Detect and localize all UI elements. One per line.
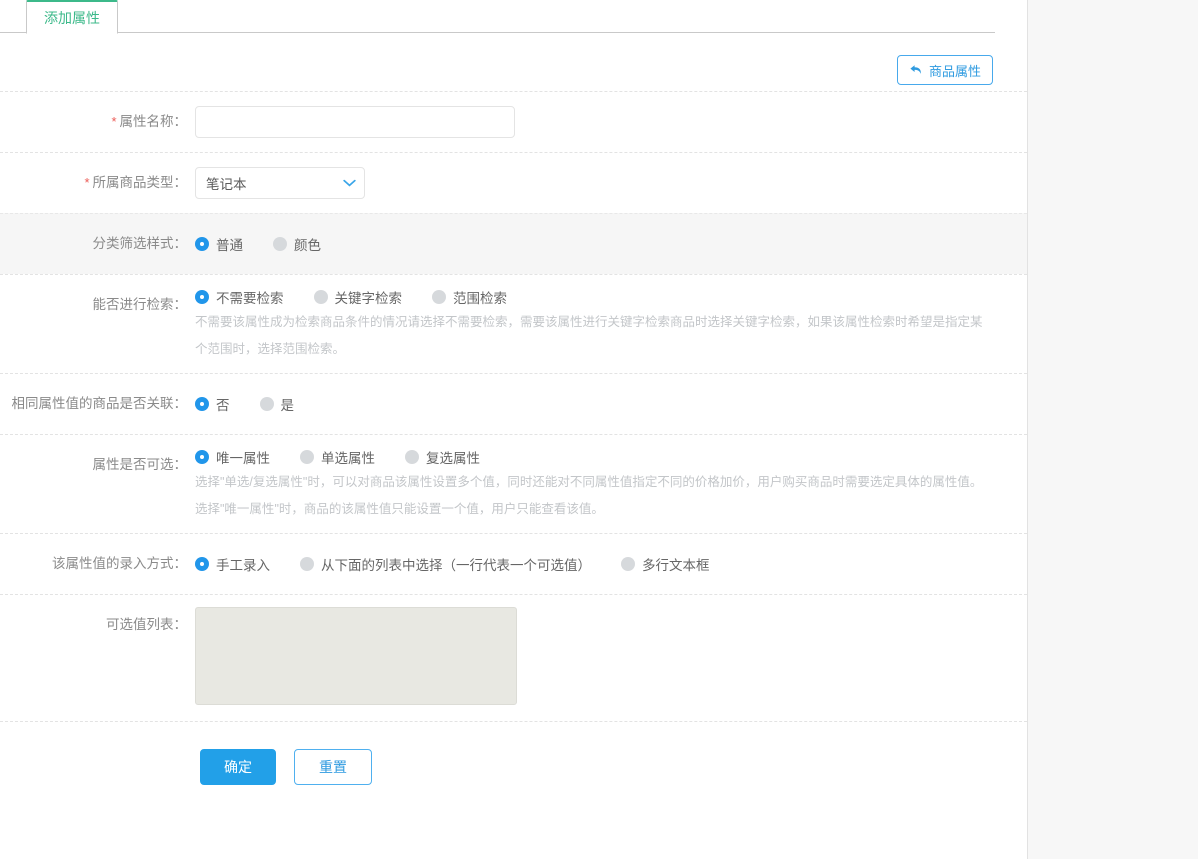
- label-same-value-related: 相同属性值的商品是否关联：: [11, 396, 188, 411]
- radio-dot-icon: [300, 450, 314, 464]
- label-searchable: 能否进行检索：: [92, 297, 188, 312]
- radio-dot-icon: [621, 557, 635, 571]
- submit-button[interactable]: 确定: [200, 749, 276, 785]
- help-text-searchable: 不需要该属性成为检索商品条件的情况请选择不需要检索，需要该属性进行关键字检索商品…: [195, 315, 983, 356]
- form-row-filter-style: 分类筛选样式： 普通 颜色: [0, 213, 1027, 274]
- radio-input-method-manual[interactable]: 手工录入: [195, 554, 270, 574]
- radio-filter-style-color[interactable]: 颜色: [273, 234, 321, 254]
- radio-searchable-range[interactable]: 范围检索: [432, 287, 507, 307]
- radio-dot-icon: [313, 290, 328, 304]
- radio-dot-icon: [432, 290, 446, 304]
- radio-same-value-yes[interactable]: 是: [259, 394, 294, 414]
- form-actions: 确定 重置: [0, 721, 1027, 785]
- label-value-list: 可选值列表：: [106, 617, 187, 632]
- radio-selectable-single[interactable]: 单选属性: [300, 447, 375, 467]
- product-type-select[interactable]: 笔记本: [195, 167, 365, 199]
- radio-searchable-none[interactable]: 不需要检索: [195, 287, 284, 307]
- radio-dot-icon: [195, 557, 209, 571]
- radio-dot-icon: [273, 237, 287, 251]
- back-to-product-attributes-button[interactable]: 商品属性: [896, 55, 993, 85]
- label-filter-style: 分类筛选样式：: [92, 236, 188, 251]
- radio-dot-icon: [195, 450, 209, 464]
- content-panel: 添加属性 商品属性 * 属性名称： * 所属商品类型： 笔记本 分类筛选样式： …: [0, 0, 1028, 859]
- top-action-bar: 商品属性: [0, 33, 1027, 91]
- form-row-selectable: 属性是否可选： 唯一属性 单选属性 复选属性 选择"单选/复选属性"时，可以对商…: [0, 434, 1027, 533]
- form-row-input-method: 该属性值的录入方式： 手工录入 从下面的列表中选择（一行代表一个可选值） 多行文…: [0, 533, 1027, 594]
- value-list-textarea[interactable]: [195, 607, 517, 705]
- radio-input-method-textarea[interactable]: 多行文本框: [621, 554, 710, 574]
- product-type-selected-value: 笔记本: [206, 177, 247, 192]
- attribute-name-input[interactable]: [195, 106, 515, 138]
- tab-label: 添加属性: [44, 9, 100, 26]
- form-row-attribute-name: * 属性名称：: [0, 91, 1027, 152]
- reset-button[interactable]: 重置: [294, 749, 372, 785]
- radio-dot-icon: [259, 397, 274, 411]
- back-button-label: 商品属性: [928, 63, 981, 79]
- radio-selectable-multiple[interactable]: 复选属性: [405, 447, 480, 467]
- back-arrow-icon: [909, 64, 923, 76]
- required-asterisk: *: [84, 175, 90, 190]
- label-input-method: 该属性值的录入方式：: [52, 556, 187, 571]
- radio-same-value-no[interactable]: 否: [195, 394, 230, 414]
- form-row-searchable: 能否进行检索： 不需要检索 关键字检索 范围检索 不需要该属性成为检索商品条件的…: [0, 274, 1027, 373]
- radio-filter-style-normal[interactable]: 普通: [195, 234, 243, 254]
- attribute-form: * 属性名称： * 所属商品类型： 笔记本 分类筛选样式： 普通 颜色 能否进行…: [0, 91, 1027, 785]
- radio-dot-icon: [195, 237, 209, 251]
- tab-add-attribute[interactable]: 添加属性: [26, 0, 118, 34]
- help-text-selectable: 选择"单选/复选属性"时，可以对商品该属性设置多个值，同时还能对不同属性值指定不…: [195, 475, 983, 516]
- label-selectable: 属性是否可选：: [92, 457, 188, 472]
- page-root: 添加属性 商品属性 * 属性名称： * 所属商品类型： 笔记本 分类筛选样式： …: [0, 0, 1198, 859]
- label-attribute-name: * 属性名称：: [111, 114, 187, 129]
- radio-dot-icon: [195, 290, 209, 304]
- label-product-type: * 所属商品类型：: [84, 175, 187, 190]
- radio-dot-icon: [195, 397, 209, 411]
- form-row-same-value-related: 相同属性值的商品是否关联： 否 是: [0, 373, 1027, 434]
- radio-dot-icon: [300, 557, 314, 571]
- radio-dot-icon: [405, 450, 419, 464]
- radio-searchable-keyword[interactable]: 关键字检索: [313, 287, 402, 307]
- required-asterisk: *: [111, 114, 117, 129]
- tab-bar: 添加属性: [0, 0, 995, 34]
- form-row-product-type: * 所属商品类型： 笔记本: [0, 152, 1027, 213]
- radio-input-method-list[interactable]: 从下面的列表中选择（一行代表一个可选值）: [300, 554, 591, 574]
- form-row-value-list: 可选值列表：: [0, 594, 1027, 721]
- radio-selectable-unique[interactable]: 唯一属性: [195, 447, 270, 467]
